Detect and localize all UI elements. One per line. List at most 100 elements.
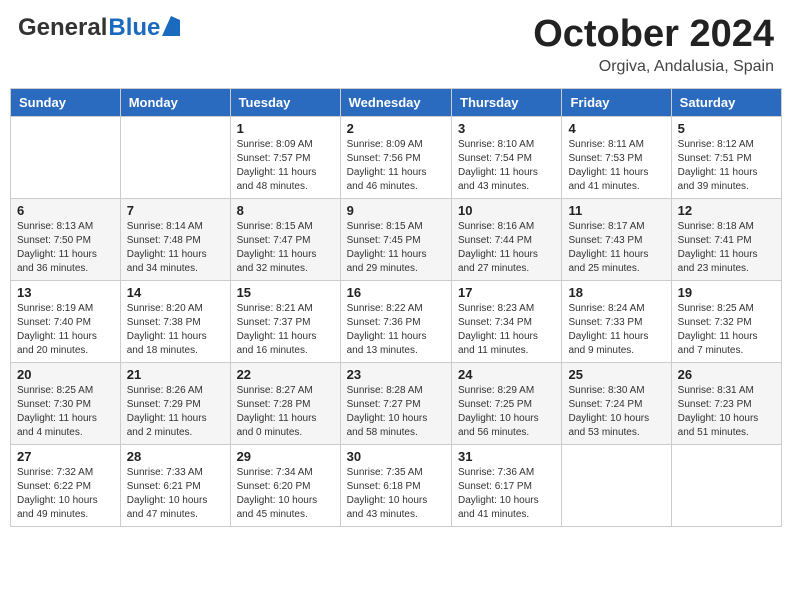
calendar-week-row: 27 Sunrise: 7:32 AM Sunset: 6:22 PM Dayli… [11, 444, 782, 526]
day-number: 4 [568, 121, 664, 136]
day-info: Sunrise: 8:31 AM Sunset: 7:23 PM Dayligh… [678, 384, 775, 440]
calendar-cell [11, 116, 121, 198]
calendar-cell [671, 444, 781, 526]
calendar-cell [562, 444, 671, 526]
day-info: Sunrise: 7:32 AM Sunset: 6:22 PM Dayligh… [17, 466, 114, 522]
day-info: Sunrise: 8:26 AM Sunset: 7:29 PM Dayligh… [127, 384, 224, 440]
calendar-cell: 18 Sunrise: 8:24 AM Sunset: 7:33 PM Dayli… [562, 280, 671, 362]
calendar-cell: 23 Sunrise: 8:28 AM Sunset: 7:27 PM Dayli… [340, 362, 451, 444]
location-title: Orgiva, Andalusia, Spain [533, 58, 774, 76]
day-info: Sunrise: 8:09 AM Sunset: 7:57 PM Dayligh… [237, 138, 334, 194]
day-info: Sunrise: 8:13 AM Sunset: 7:50 PM Dayligh… [17, 220, 114, 276]
calendar-cell: 6 Sunrise: 8:13 AM Sunset: 7:50 PM Daylig… [11, 198, 121, 280]
day-info: Sunrise: 8:23 AM Sunset: 7:34 PM Dayligh… [458, 302, 555, 358]
day-number: 21 [127, 367, 224, 382]
calendar-cell [120, 116, 230, 198]
calendar-cell: 15Sunrise: 8:21 AM Sunset: 7:37 PM Dayli… [230, 280, 340, 362]
day-info: Sunrise: 8:10 AM Sunset: 7:54 PM Dayligh… [458, 138, 555, 194]
calendar-cell: 31 Sunrise: 7:36 AM Sunset: 6:17 PM Dayli… [452, 444, 562, 526]
title-section: October 2024 Orgiva, Andalusia, Spain [533, 14, 774, 76]
day-number: 25 [568, 367, 664, 382]
day-number: 9 [347, 203, 445, 218]
day-number: 23 [347, 367, 445, 382]
calendar-cell: 22 Sunrise: 8:27 AM Sunset: 7:28 PM Dayli… [230, 362, 340, 444]
day-number: 13 [17, 285, 114, 300]
day-number: 7 [127, 203, 224, 218]
day-number: 8 [237, 203, 334, 218]
calendar-cell: 19 Sunrise: 8:25 AM Sunset: 7:32 PM Dayli… [671, 280, 781, 362]
calendar-table: SundayMondayTuesdayWednesdayThursdayFrid… [10, 88, 782, 527]
day-number: 20 [17, 367, 114, 382]
day-number: 31 [458, 449, 555, 464]
day-of-week-header: Monday [120, 88, 230, 116]
calendar-cell: 12Sunrise: 8:18 AM Sunset: 7:41 PM Dayli… [671, 198, 781, 280]
day-info: Sunrise: 8:15 AM Sunset: 7:47 PM Dayligh… [237, 220, 334, 276]
calendar-cell: 27 Sunrise: 7:32 AM Sunset: 6:22 PM Dayli… [11, 444, 121, 526]
calendar-week-row: 6 Sunrise: 8:13 AM Sunset: 7:50 PM Daylig… [11, 198, 782, 280]
calendar-cell: 7 Sunrise: 8:14 AM Sunset: 7:48 PM Daylig… [120, 198, 230, 280]
day-info: Sunrise: 8:24 AM Sunset: 7:33 PM Dayligh… [568, 302, 664, 358]
day-info: Sunrise: 8:28 AM Sunset: 7:27 PM Dayligh… [347, 384, 445, 440]
day-of-week-header: Tuesday [230, 88, 340, 116]
day-info: Sunrise: 7:35 AM Sunset: 6:18 PM Dayligh… [347, 466, 445, 522]
day-number: 29 [237, 449, 334, 464]
calendar-cell: 3 Sunrise: 8:10 AM Sunset: 7:54 PM Daylig… [452, 116, 562, 198]
logo: General Blue [18, 14, 180, 42]
day-number: 2 [347, 121, 445, 136]
calendar-cell: 4 Sunrise: 8:11 AM Sunset: 7:53 PM Daylig… [562, 116, 671, 198]
day-of-week-header: Thursday [452, 88, 562, 116]
day-of-week-header: Sunday [11, 88, 121, 116]
calendar-header-row: SundayMondayTuesdayWednesdayThursdayFrid… [11, 88, 782, 116]
day-info: Sunrise: 7:36 AM Sunset: 6:17 PM Dayligh… [458, 466, 555, 522]
day-info: Sunrise: 8:22 AM Sunset: 7:36 PM Dayligh… [347, 302, 445, 358]
day-number: 27 [17, 449, 114, 464]
day-number: 18 [568, 285, 664, 300]
calendar-cell: 1Sunrise: 8:09 AM Sunset: 7:57 PM Daylig… [230, 116, 340, 198]
day-number: 3 [458, 121, 555, 136]
calendar-cell: 24Sunrise: 8:29 AM Sunset: 7:25 PM Dayli… [452, 362, 562, 444]
logo-blue: Blue [108, 14, 160, 42]
day-number: 30 [347, 449, 445, 464]
day-info: Sunrise: 8:27 AM Sunset: 7:28 PM Dayligh… [237, 384, 334, 440]
calendar-cell: 17Sunrise: 8:23 AM Sunset: 7:34 PM Dayli… [452, 280, 562, 362]
calendar-cell: 9 Sunrise: 8:15 AM Sunset: 7:45 PM Daylig… [340, 198, 451, 280]
day-of-week-header: Friday [562, 88, 671, 116]
day-info: Sunrise: 8:17 AM Sunset: 7:43 PM Dayligh… [568, 220, 664, 276]
calendar-cell: 25 Sunrise: 8:30 AM Sunset: 7:24 PM Dayli… [562, 362, 671, 444]
calendar-cell: 14 Sunrise: 8:20 AM Sunset: 7:38 PM Dayli… [120, 280, 230, 362]
calendar-cell: 13 Sunrise: 8:19 AM Sunset: 7:40 PM Dayli… [11, 280, 121, 362]
day-number: 5 [678, 121, 775, 136]
day-info: Sunrise: 8:30 AM Sunset: 7:24 PM Dayligh… [568, 384, 664, 440]
calendar-cell: 21 Sunrise: 8:26 AM Sunset: 7:29 PM Dayli… [120, 362, 230, 444]
calendar-cell: 16 Sunrise: 8:22 AM Sunset: 7:36 PM Dayli… [340, 280, 451, 362]
day-info: Sunrise: 8:20 AM Sunset: 7:38 PM Dayligh… [127, 302, 224, 358]
day-info: Sunrise: 8:19 AM Sunset: 7:40 PM Dayligh… [17, 302, 114, 358]
day-number: 28 [127, 449, 224, 464]
day-number: 11 [568, 203, 664, 218]
calendar-cell: 11 Sunrise: 8:17 AM Sunset: 7:43 PM Dayli… [562, 198, 671, 280]
day-number: 14 [127, 285, 224, 300]
day-number: 16 [347, 285, 445, 300]
calendar-cell: 8 Sunrise: 8:15 AM Sunset: 7:47 PM Daylig… [230, 198, 340, 280]
calendar-cell: 10Sunrise: 8:16 AM Sunset: 7:44 PM Dayli… [452, 198, 562, 280]
day-info: Sunrise: 8:25 AM Sunset: 7:32 PM Dayligh… [678, 302, 775, 358]
month-title: October 2024 [533, 14, 774, 56]
calendar-week-row: 13 Sunrise: 8:19 AM Sunset: 7:40 PM Dayli… [11, 280, 782, 362]
day-number: 12 [678, 203, 775, 218]
day-info: Sunrise: 8:15 AM Sunset: 7:45 PM Dayligh… [347, 220, 445, 276]
page-header: General Blue October 2024 Orgiva, Andalu… [10, 10, 782, 80]
day-number: 22 [237, 367, 334, 382]
day-number: 6 [17, 203, 114, 218]
logo-icon [162, 16, 180, 36]
day-number: 10 [458, 203, 555, 218]
calendar-cell: 26Sunrise: 8:31 AM Sunset: 7:23 PM Dayli… [671, 362, 781, 444]
logo-general: General [18, 14, 107, 42]
day-info: Sunrise: 8:11 AM Sunset: 7:53 PM Dayligh… [568, 138, 664, 194]
day-number: 19 [678, 285, 775, 300]
day-info: Sunrise: 8:25 AM Sunset: 7:30 PM Dayligh… [17, 384, 114, 440]
day-info: Sunrise: 8:14 AM Sunset: 7:48 PM Dayligh… [127, 220, 224, 276]
calendar-week-row: 1Sunrise: 8:09 AM Sunset: 7:57 PM Daylig… [11, 116, 782, 198]
day-info: Sunrise: 8:09 AM Sunset: 7:56 PM Dayligh… [347, 138, 445, 194]
day-info: Sunrise: 8:29 AM Sunset: 7:25 PM Dayligh… [458, 384, 555, 440]
calendar-week-row: 20 Sunrise: 8:25 AM Sunset: 7:30 PM Dayli… [11, 362, 782, 444]
